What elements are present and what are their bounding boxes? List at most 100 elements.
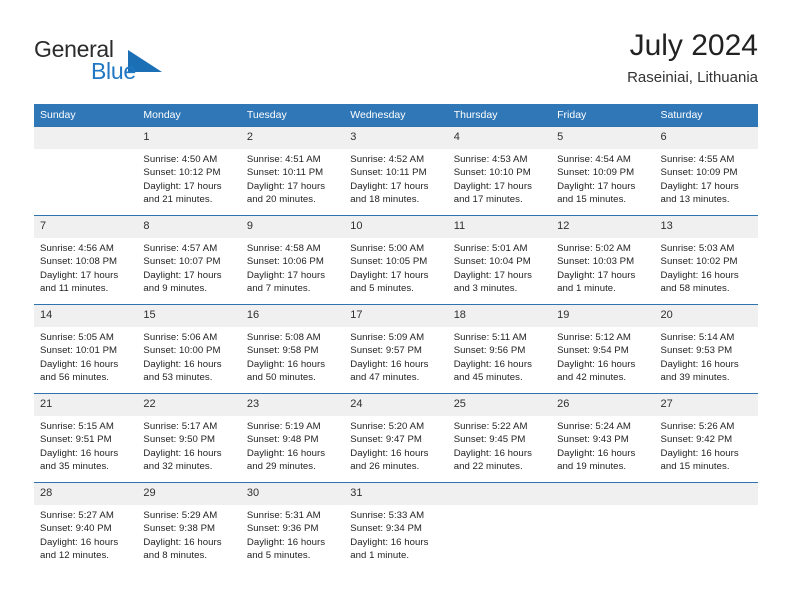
calendar-day-cell[interactable]: 12 Sunrise: 5:02 AM Sunset: 10:03 PM Daylig… (551, 215, 655, 305)
sunrise-text: Sunrise: 5:19 AM (246, 421, 321, 432)
sunset-text: Sunset: 10:00 PM (143, 345, 221, 357)
calendar-day-cell[interactable]: 15 Sunrise: 5:06 AM Sunset: 10:00 PM Daylig… (137, 304, 241, 394)
calendar-day-cell[interactable]: 3 Sunrise: 4:52 AM Sunset: 10:11 PM Dayligh… (344, 126, 448, 216)
day-number: 23 (240, 394, 345, 416)
calendar-day-cell[interactable]: 23 Sunrise: 5:19 AM Sunset: 9:48 PM Dayligh… (240, 393, 345, 483)
calendar-day-cell[interactable]: 17 Sunrise: 5:09 AM Sunset: 9:57 PM Dayligh… (344, 304, 448, 394)
daylight-text: and 9 minutes. (143, 282, 208, 294)
calendar-day-cell[interactable]: 22 Sunrise: 5:17 AM Sunset: 9:50 PM Dayligh… (137, 393, 241, 483)
calendar-day-cell[interactable]: 26 Sunrise: 5:24 AM Sunset: 9:43 PM Dayligh… (551, 393, 655, 483)
sunset-text: Sunset: 10:11 PM (350, 167, 427, 179)
calendar-day-cell[interactable]: 1 Sunrise: 4:50 AM Sunset: 10:12 PM Dayligh… (137, 126, 241, 216)
calendar-day-cell[interactable]: 8 Sunrise: 4:57 AM Sunset: 10:07 PM Dayligh… (137, 215, 241, 305)
calendar-day-cell[interactable]: 29 Sunrise: 5:29 AM Sunset: 9:38 PM Dayligh… (137, 482, 241, 572)
day-number: 30 (240, 483, 345, 505)
day-number: 28 (34, 483, 138, 505)
day-number (654, 483, 758, 505)
sunrise-text: Sunrise: 4:53 AM (453, 154, 528, 165)
calendar-day-cell[interactable]: 19 Sunrise: 5:12 AM Sunset: 9:54 PM Dayligh… (551, 304, 655, 394)
daylight-text: and 19 minutes. (557, 460, 627, 472)
calendar-day-cell[interactable]: 20 Sunrise: 5:14 AM Sunset: 9:53 PM Dayligh… (654, 304, 758, 394)
sunrise-text: Sunrise: 5:20 AM (350, 421, 425, 432)
calendar-day-cell[interactable]: 2 Sunrise: 4:51 AM Sunset: 10:11 PM Dayligh… (240, 126, 345, 216)
calendar-day-cell[interactable]: 28 Sunrise: 5:27 AM Sunset: 9:40 PM Dayligh… (34, 482, 138, 572)
daylight-text: and 20 minutes. (246, 193, 316, 205)
weekday-header-monday: Monday (137, 104, 241, 127)
day-details: Sunrise: 4:58 AM Sunset: 10:06 PM Daylight… (241, 238, 344, 295)
calendar-day-cell[interactable]: 6 Sunrise: 4:55 AM Sunset: 10:09 PM Dayligh… (654, 126, 758, 216)
sunrise-text: Sunrise: 5:15 AM (40, 421, 114, 432)
day-details: Sunrise: 4:52 AM Sunset: 10:11 PM Daylight… (344, 149, 447, 206)
day-details: Sunrise: 5:15 AM Sunset: 9:51 PM Daylight:… (34, 416, 137, 473)
sunrise-text: Sunrise: 5:06 AM (143, 332, 218, 343)
calendar-day-cell[interactable]: 9 Sunrise: 4:58 AM Sunset: 10:06 PM Dayligh… (240, 215, 345, 305)
day-details: Sunrise: 5:27 AM Sunset: 9:40 PM Daylight:… (34, 505, 137, 562)
calendar-day-cell[interactable]: 7 Sunrise: 4:56 AM Sunset: 10:08 PM Dayligh… (34, 215, 138, 305)
sunrise-text: Sunrise: 5:17 AM (143, 421, 218, 432)
calendar-day-cell[interactable]: 4 Sunrise: 4:53 AM Sunset: 10:10 PM Dayligh… (447, 126, 552, 216)
calendar-day-cell[interactable]: 27 Sunrise: 5:26 AM Sunset: 9:42 PM Dayligh… (654, 393, 758, 483)
sunset-text: Sunset: 10:04 PM (453, 256, 531, 268)
day-number: 16 (240, 305, 345, 327)
day-details: Sunrise: 5:14 AM Sunset: 9:53 PM Daylight:… (655, 327, 758, 384)
daylight-text: and 12 minutes. (40, 549, 110, 561)
day-details: Sunrise: 5:17 AM Sunset: 9:50 PM Daylight:… (137, 416, 240, 473)
calendar-table: Sunday Monday Tuesday Wednesday Thursday Frid… (34, 104, 758, 572)
sunset-text: Sunset: 10:09 PM (557, 167, 635, 179)
day-number: 26 (551, 394, 655, 416)
day-details: Sunrise: 5:24 AM Sunset: 9:43 PM Daylight:… (551, 416, 654, 473)
day-number: 17 (344, 305, 448, 327)
calendar-day-cell[interactable]: 11 Sunrise: 5:01 AM Sunset: 10:04 PM Daylig… (447, 215, 552, 305)
sunrise-text: Sunrise: 5:11 AM (453, 332, 527, 343)
calendar-day-cell[interactable]: 5 Sunrise: 4:54 AM Sunset: 10:09 PM Dayligh… (551, 126, 655, 216)
daylight-text: and 50 minutes. (246, 371, 316, 383)
daylight-text: and 18 minutes. (350, 193, 420, 205)
daylight-text: and 26 minutes. (350, 460, 420, 472)
calendar-day-cell[interactable]: 14 Sunrise: 5:05 AM Sunset: 10:01 PM Daylig… (34, 304, 138, 394)
daylight-text: Daylight: 16 hours (660, 358, 739, 370)
sunset-text: Sunset: 9:40 PM (40, 523, 112, 535)
calendar-day-cell[interactable]: 13 Sunrise: 5:03 AM Sunset: 10:02 PM Daylig… (654, 215, 758, 305)
daylight-text: Daylight: 17 hours (350, 180, 429, 192)
sunset-text: Sunset: 9:42 PM (660, 434, 733, 446)
day-details: Sunrise: 5:31 AM Sunset: 9:36 PM Daylight:… (241, 505, 344, 562)
day-details: Sunrise: 5:09 AM Sunset: 9:57 PM Daylight:… (344, 327, 447, 384)
day-details: Sunrise: 5:05 AM Sunset: 10:01 PM Daylight… (34, 327, 137, 384)
sunrise-text: Sunrise: 5:27 AM (40, 510, 114, 521)
day-number: 5 (551, 127, 655, 149)
weekday-header-tuesday: Tuesday (240, 104, 345, 127)
day-number: 14 (34, 305, 138, 327)
sunrise-text: Sunrise: 5:08 AM (246, 332, 321, 343)
calendar-day-cell[interactable]: 30 Sunrise: 5:31 AM Sunset: 9:36 PM Dayligh… (240, 482, 345, 572)
calendar-day-cell[interactable]: 25 Sunrise: 5:22 AM Sunset: 9:45 PM Dayligh… (447, 393, 552, 483)
sunrise-text: Sunrise: 5:14 AM (660, 332, 735, 343)
day-number: 2 (240, 127, 345, 149)
sunrise-text: Sunrise: 4:51 AM (246, 154, 321, 165)
sunset-text: Sunset: 10:02 PM (660, 256, 738, 268)
calendar-day-cell[interactable]: 24 Sunrise: 5:20 AM Sunset: 9:47 PM Dayligh… (344, 393, 448, 483)
day-details: Sunrise: 4:54 AM Sunset: 10:09 PM Daylight… (551, 149, 654, 206)
weekday-header-saturday: Saturday (654, 104, 758, 127)
sunset-text: Sunset: 10:01 PM (40, 345, 118, 357)
general-blue-logo[interactable]: General Blue (34, 36, 214, 88)
sunset-text: Sunset: 10:05 PM (350, 256, 428, 268)
calendar-day-cell[interactable]: 21 Sunrise: 5:15 AM Sunset: 9:51 PM Dayligh… (34, 393, 138, 483)
daylight-text: Daylight: 16 hours (557, 447, 636, 459)
calendar-day-cell[interactable]: 18 Sunrise: 5:11 AM Sunset: 9:56 PM Dayligh… (447, 304, 552, 394)
calendar-week-row: 1 Sunrise: 4:50 AM Sunset: 10:12 PM Dayligh… (34, 126, 758, 216)
sunset-text: Sunset: 10:10 PM (453, 167, 531, 179)
daylight-text: and 5 minutes. (350, 282, 414, 294)
day-details: Sunrise: 4:55 AM Sunset: 10:09 PM Daylight… (655, 149, 758, 206)
daylight-text: Daylight: 17 hours (453, 180, 532, 192)
calendar-day-cell[interactable]: 16 Sunrise: 5:08 AM Sunset: 9:58 PM Dayligh… (240, 304, 345, 394)
day-details: Sunrise: 5:00 AM Sunset: 10:05 PM Daylight… (344, 238, 447, 295)
day-number: 3 (344, 127, 448, 149)
sunset-text: Sunset: 9:45 PM (453, 434, 526, 446)
calendar-day-cell[interactable]: 10 Sunrise: 5:00 AM Sunset: 10:05 PM Daylig… (344, 215, 448, 305)
day-number: 11 (447, 216, 552, 238)
calendar-day-cell[interactable]: 31 Sunrise: 5:33 AM Sunset: 9:34 PM Dayligh… (344, 482, 448, 572)
day-details: Sunrise: 5:11 AM Sunset: 9:56 PM Daylight:… (448, 327, 551, 384)
day-number: 21 (34, 394, 138, 416)
calendar-page: General Blue July 2024 Raseiniai, Lithua… (0, 0, 792, 612)
sunrise-text: Sunrise: 4:56 AM (40, 243, 114, 254)
